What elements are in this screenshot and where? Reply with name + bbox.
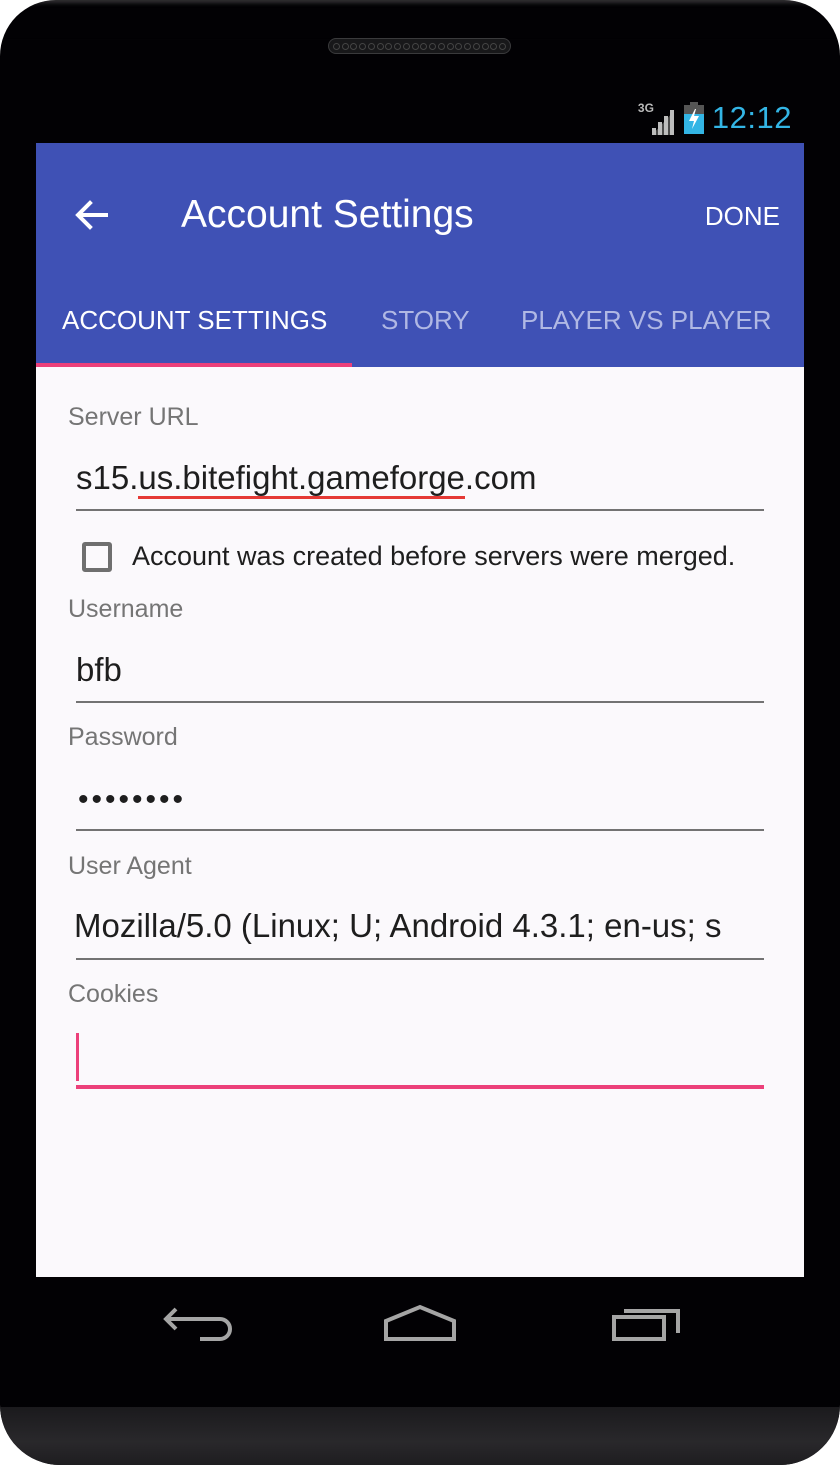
cookies-input[interactable] xyxy=(76,1029,764,1089)
signal-icon: 3G xyxy=(638,101,676,135)
tab-player-vs-player[interactable]: PLAYER VS PLAYER xyxy=(521,305,771,336)
active-tab-indicator xyxy=(36,363,352,367)
username-label: Username xyxy=(68,595,184,623)
merged-servers-checkbox-row[interactable]: Account was created before servers were … xyxy=(82,541,735,572)
tab-bar: ACCOUNT SETTINGS STORY PLAYER VS PLAYER xyxy=(36,283,804,367)
nav-recents-icon xyxy=(612,1309,680,1341)
server-url-suffix: .com xyxy=(464,459,537,496)
cookies-label: Cookies xyxy=(68,980,159,1008)
nav-back-icon xyxy=(163,1307,232,1341)
username-input[interactable]: bfb xyxy=(76,645,764,703)
server-url-prefix: s15. xyxy=(76,459,139,496)
user-agent-label: User Agent xyxy=(68,852,192,880)
merged-servers-checkbox[interactable] xyxy=(82,541,112,572)
spellcheck-underlined-text: us.bitefight.gameforge xyxy=(138,459,465,499)
password-input[interactable]: •••••••• xyxy=(76,773,764,831)
tab-story[interactable]: STORY xyxy=(381,305,470,336)
server-url-label: Server URL xyxy=(68,403,199,431)
user-agent-input[interactable]: Mozilla/5.0 (Linux; U; Android 4.3.1; en… xyxy=(76,901,764,960)
app-screen: Account Settings DONE ACCOUNT SETTINGS S… xyxy=(36,143,804,1277)
device-frame: 3G 12:12 Account Settings DONE ACCOUNT S… xyxy=(0,0,840,1465)
tab-account-settings[interactable]: ACCOUNT SETTINGS xyxy=(62,305,327,336)
password-value: •••••••• xyxy=(78,783,187,816)
text-cursor xyxy=(76,1033,79,1081)
user-agent-value: Mozilla/5.0 (Linux; U; Android 4.3.1; en… xyxy=(76,907,722,944)
system-nav-bar xyxy=(0,1277,840,1407)
page-title: Account Settings xyxy=(181,193,474,236)
battery-charging-icon xyxy=(683,102,704,134)
merged-servers-label: Account was created before servers were … xyxy=(132,541,736,571)
app-bar: Account Settings DONE ACCOUNT SETTINGS S… xyxy=(36,143,804,367)
password-label: Password xyxy=(68,723,178,751)
nav-back-button[interactable] xyxy=(158,1297,238,1357)
server-url-input[interactable]: s15.us.bitefight.gameforge.com xyxy=(76,453,764,511)
username-value: bfb xyxy=(76,651,122,688)
done-button[interactable]: DONE xyxy=(705,201,780,232)
status-bar: 3G 12:12 xyxy=(36,96,804,143)
device-chin xyxy=(0,1407,840,1465)
speaker-grille xyxy=(328,38,511,54)
nav-home-button[interactable] xyxy=(380,1297,460,1357)
clock: 12:12 xyxy=(711,100,792,135)
nav-home-icon xyxy=(384,1304,456,1341)
arrow-left-icon xyxy=(75,200,108,230)
back-button[interactable] xyxy=(72,195,112,235)
nav-recents-button[interactable] xyxy=(606,1297,686,1357)
